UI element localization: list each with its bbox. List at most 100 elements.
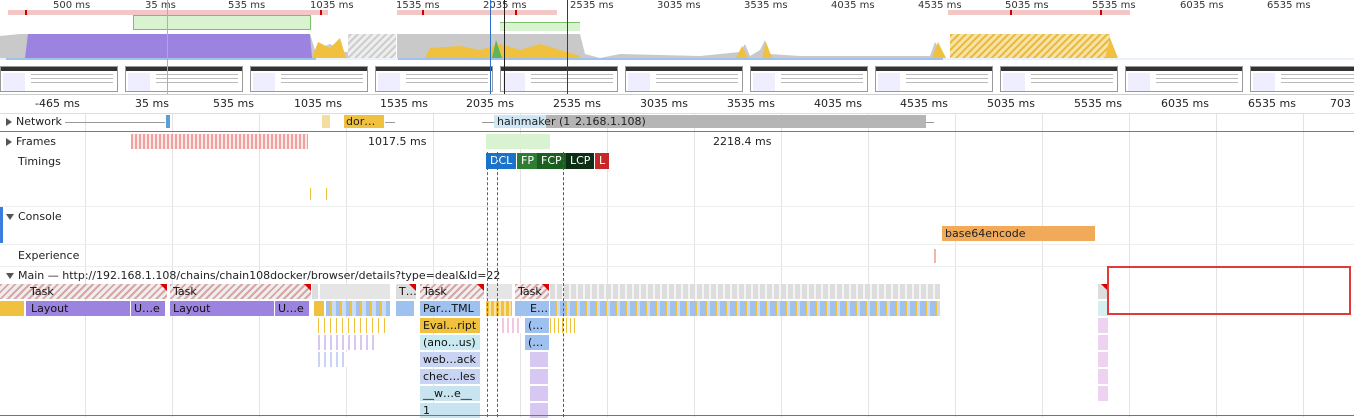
ruler-tick: 5535 ms <box>1074 97 1122 110</box>
layout-bar[interactable]: U…e <box>131 301 165 316</box>
overview-frame-marker <box>1100 10 1102 15</box>
check-label: chec…les <box>423 370 476 383</box>
console-event-label: base64encode <box>945 227 1026 240</box>
evaluate-bar[interactable]: E… <box>515 301 549 316</box>
expand-arrow-icon[interactable] <box>6 118 12 126</box>
dcl-marker[interactable]: DCL <box>486 153 517 169</box>
check-bar[interactable]: chec…les <box>420 369 480 384</box>
scripting-bar[interactable] <box>0 301 24 316</box>
task-bar[interactable]: T… <box>396 284 416 299</box>
overview-tick: 2535 ms <box>570 0 614 11</box>
anon-label: (ano…us) <box>423 336 476 349</box>
screenshot-thumbnail <box>625 66 743 92</box>
ruler-tick: 4535 ms <box>900 97 948 110</box>
console-track[interactable]: Console base64encode <box>0 206 1354 245</box>
function-call-bar[interactable]: (… <box>525 335 549 350</box>
task-bar[interactable]: Task <box>515 284 549 299</box>
overview-tick: 3035 ms <box>657 0 701 11</box>
function-call-bar[interactable] <box>318 335 378 350</box>
layout-bar[interactable]: Layout <box>26 301 130 316</box>
ruler-tick: 535 ms <box>213 97 254 110</box>
timings-track[interactable]: Timings <box>0 152 1354 206</box>
webpack-bar[interactable]: web…ack <box>420 352 480 367</box>
parse-html-bar[interactable]: Par…TML <box>420 301 480 316</box>
main-track-header[interactable]: Main — http://192.168.1.108/chains/chain… <box>0 269 500 282</box>
layout-label: U…e <box>134 302 160 315</box>
layout-bar[interactable]: Layout <box>170 301 274 316</box>
experience-track[interactable]: Experience <box>0 244 1354 266</box>
network-line <box>482 122 494 123</box>
dcl-line <box>487 152 488 417</box>
fp-marker[interactable]: FP <box>517 153 538 169</box>
webpack-require-bar[interactable]: __w…e__ <box>420 386 480 401</box>
network-request[interactable] <box>322 115 330 128</box>
collapse-arrow-icon[interactable] <box>6 273 14 279</box>
frames-track[interactable]: Frames 1017.5 ms 2218.4 ms <box>0 132 1354 152</box>
function-call-bar[interactable] <box>530 369 548 384</box>
network-label: Network <box>16 115 62 128</box>
network-request[interactable]: dor… <box>344 115 384 128</box>
frame-duration: 2218.4 ms <box>713 135 772 148</box>
frame-duration: 1017.5 ms <box>368 135 427 148</box>
loading-bar[interactable] <box>326 301 390 316</box>
function-call-bar[interactable] <box>318 352 348 367</box>
timings-tick <box>326 188 327 200</box>
screenshot-thumbnail <box>1250 66 1354 92</box>
function-call-bar[interactable] <box>530 352 548 367</box>
scripting-bar[interactable] <box>314 301 324 316</box>
network-line <box>65 122 165 123</box>
network-line <box>385 122 395 123</box>
ruler-tick: -465 ms <box>35 97 80 110</box>
fcp-line <box>497 152 498 417</box>
function-call-bar[interactable] <box>1098 386 1108 401</box>
task-bar[interactable] <box>320 284 390 299</box>
collapse-arrow-icon[interactable] <box>6 214 14 220</box>
function-call-bar[interactable] <box>318 318 388 333</box>
task-bar[interactable] <box>486 284 512 299</box>
task-bar[interactable]: Task <box>0 284 167 299</box>
timeline-ruler[interactable]: -465 ms 35 ms 535 ms 1035 ms 1535 ms 203… <box>0 94 1354 114</box>
frames-track-header[interactable]: Frames <box>0 135 56 148</box>
lcp-marker[interactable]: LCP <box>566 153 595 169</box>
function-call-bar[interactable] <box>502 318 522 333</box>
frames-dropped[interactable] <box>131 134 308 149</box>
ruler-tick: 2535 ms <box>553 97 601 110</box>
function-call-bar[interactable]: (… <box>525 318 549 333</box>
overview-frame-marker <box>515 10 517 15</box>
network-track-header[interactable]: Network <box>0 115 62 128</box>
function-call-bar[interactable] <box>1098 335 1108 350</box>
ruler-tick: 3535 ms <box>727 97 775 110</box>
loading-bar[interactable] <box>396 301 414 316</box>
function-call-bar[interactable] <box>550 318 578 333</box>
task-bar[interactable] <box>312 284 318 299</box>
layout-bar[interactable]: U…e <box>275 301 309 316</box>
overview-tick: 6035 ms <box>1180 0 1224 11</box>
task-bar[interactable]: Task <box>420 284 484 299</box>
task-bar[interactable]: Task <box>170 284 311 299</box>
screenshot-thumbnail <box>1125 66 1243 92</box>
eval-script-bar[interactable]: Eval…ript <box>420 318 480 333</box>
ruler-tick: 1535 ms <box>380 97 428 110</box>
console-event[interactable]: base64encode <box>942 226 1095 241</box>
frame-block[interactable] <box>486 134 550 149</box>
expand-arrow-icon[interactable] <box>6 138 12 146</box>
layout-label: U…e <box>278 302 304 315</box>
load-marker[interactable]: L <box>595 153 610 169</box>
overview[interactable]: 500 ms 35 ms 535 ms 1035 ms 1535 ms 2035… <box>0 0 1354 94</box>
timings-label: Timings <box>18 155 61 168</box>
overview-marker-line <box>567 0 568 94</box>
task-bar[interactable] <box>550 284 940 299</box>
function-call-bar[interactable] <box>1098 369 1108 384</box>
function-call-bar[interactable] <box>1098 318 1108 333</box>
overview-tick: 4035 ms <box>831 0 875 11</box>
console-track-header[interactable]: Console <box>0 210 62 223</box>
network-request[interactable] <box>166 115 170 128</box>
network-track[interactable]: Network dor… hainmaker (1 2.168.1.108) <box>0 113 1354 132</box>
loading-bar[interactable] <box>550 301 940 316</box>
anonymous-bar[interactable]: (ano…us) <box>420 335 480 350</box>
scripting-bar[interactable] <box>486 301 512 316</box>
layout-label: Layout <box>173 302 211 315</box>
function-call-bar[interactable] <box>1098 352 1108 367</box>
function-call-bar[interactable] <box>530 386 548 401</box>
fcp-marker[interactable]: FCP <box>537 153 566 169</box>
